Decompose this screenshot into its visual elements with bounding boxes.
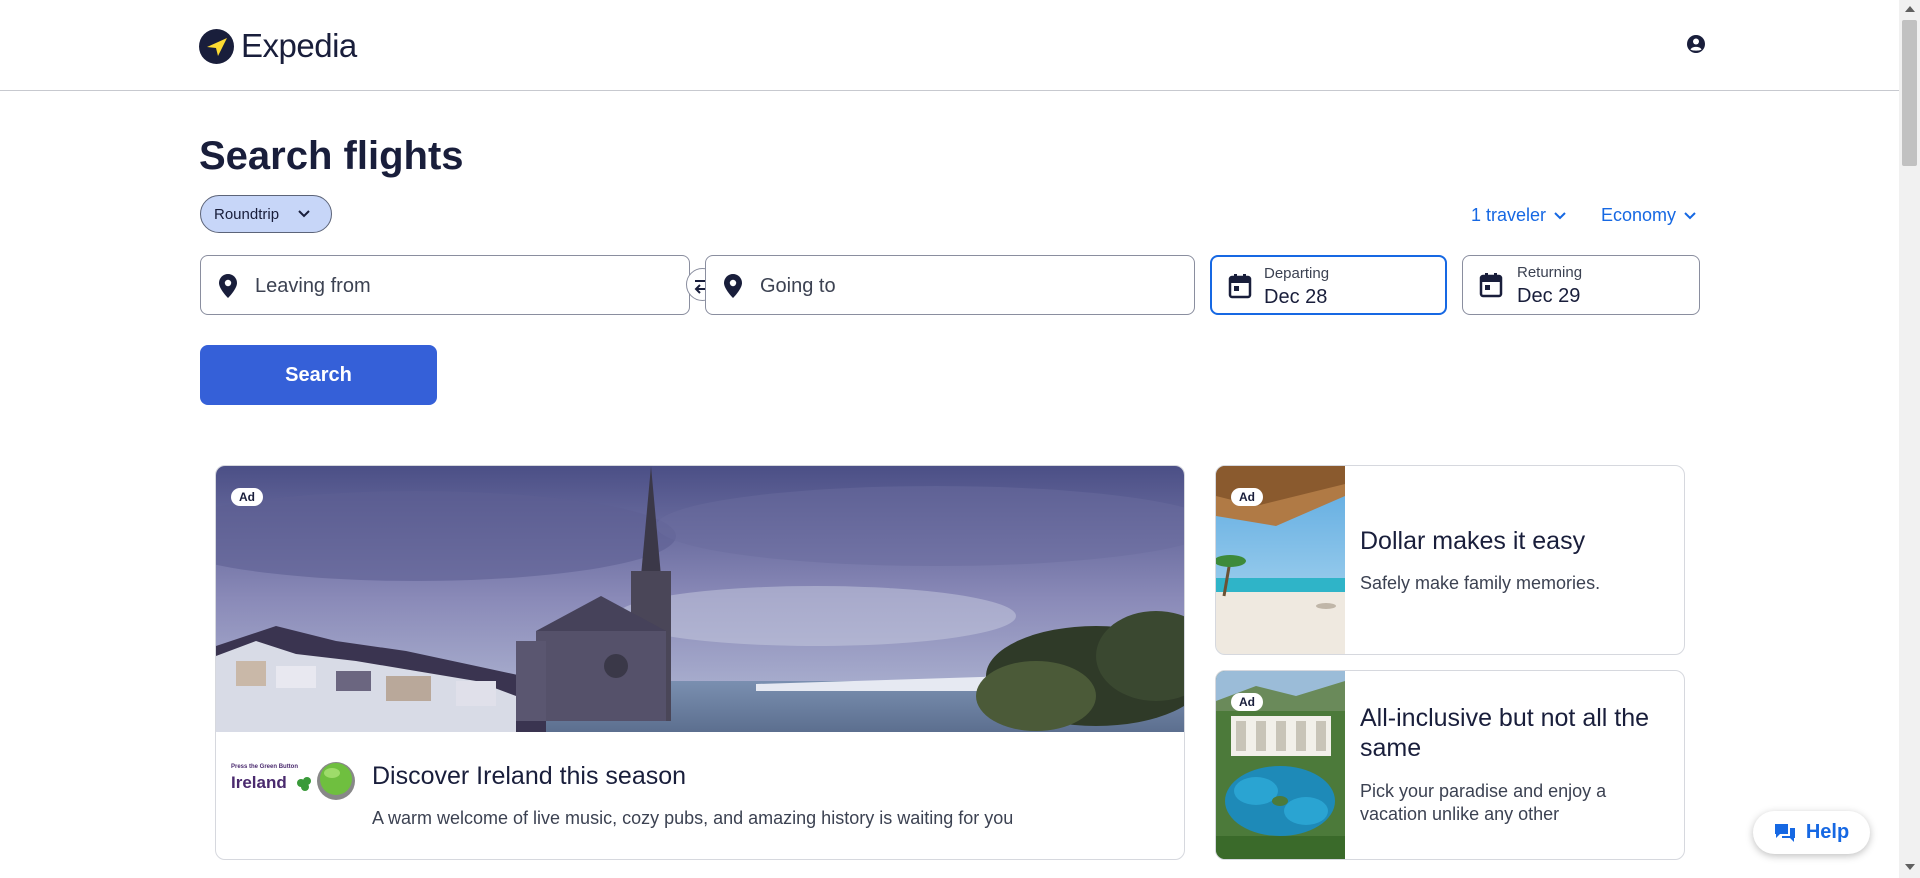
cabin-class-dropdown[interactable]: Economy [1601, 205, 1696, 226]
returning-value: Dec 29 [1517, 285, 1581, 307]
ad-badge: Ad [1231, 693, 1263, 711]
departing-label: Departing [1264, 265, 1330, 282]
returning-label: Returning [1517, 264, 1583, 281]
logo-text: Expedia [241, 27, 357, 64]
search-button[interactable]: Search [200, 345, 437, 405]
site-header: Expedia [0, 0, 1899, 91]
plane-logo-icon [199, 28, 234, 64]
scroll-thumb[interactable] [1902, 20, 1917, 166]
departing-value: Dec 28 [1264, 286, 1328, 308]
ad-title: Discover Ireland this season [372, 762, 687, 790]
leaving-from-placeholder: Leaving from [255, 275, 371, 297]
scroll-up-arrow-icon[interactable] [1905, 6, 1915, 12]
help-button[interactable]: Help [1753, 811, 1870, 854]
trip-type-label: Roundtrip [214, 205, 280, 223]
ireland-ad-card[interactable]: Ad Press the Green Button Ireland Discov… [215, 465, 1185, 860]
ad-title: All-inclusive but not all the same [1360, 704, 1650, 762]
ad-title: Dollar makes it easy [1360, 527, 1586, 555]
cabin-class-label: Economy [1601, 205, 1677, 225]
ireland-tagline: Press the Green Button [231, 764, 298, 770]
calendar-icon [1479, 273, 1503, 298]
chevron-down-icon [1684, 211, 1696, 219]
leaving-from-field[interactable]: Leaving from [200, 255, 690, 315]
dollar-ad-card[interactable]: Ad Dollar makes it easy Safely make fami… [1215, 465, 1685, 655]
ireland-cathedral-image [216, 466, 1184, 732]
expedia-logo[interactable]: Expedia [199, 27, 357, 65]
ad-badge: Ad [231, 488, 263, 506]
going-to-placeholder: Going to [760, 275, 836, 297]
departing-date-field[interactable]: Departing Dec 28 [1210, 255, 1447, 315]
ireland-wordmark: Ireland [231, 773, 287, 792]
going-to-field[interactable]: Going to [705, 255, 1195, 315]
chat-bubbles-icon [1774, 823, 1795, 842]
ad-description: Safely make family memories. [1360, 573, 1601, 593]
scroll-down-arrow-icon[interactable] [1905, 864, 1915, 870]
chevron-down-icon [298, 210, 310, 218]
all-inclusive-ad-card[interactable]: Ad All-inclusive but not all the same Pi… [1215, 670, 1685, 860]
ad-badge: Ad [1231, 488, 1263, 506]
page-title: Search flights [199, 134, 464, 178]
location-pin-icon [724, 274, 742, 298]
location-pin-icon [219, 274, 237, 298]
travelers-dropdown[interactable]: 1 traveler [1471, 205, 1566, 226]
returning-date-field[interactable]: Returning Dec 29 [1462, 255, 1700, 315]
chevron-down-icon [1554, 211, 1566, 219]
travelers-label: 1 traveler [1471, 205, 1547, 225]
page-scrollbar[interactable] [1899, 0, 1920, 878]
help-label: Help [1805, 821, 1850, 843]
ireland-brand-logo: Press the Green Button Ireland [231, 748, 356, 820]
ad-description: Pick your paradise and enjoy a vacation … [1360, 781, 1607, 824]
trip-type-dropdown[interactable]: Roundtrip [200, 195, 332, 233]
ad-description: A warm welcome of live music, cozy pubs,… [372, 808, 1014, 828]
account-circle-icon[interactable] [1686, 34, 1706, 54]
calendar-icon [1228, 274, 1252, 299]
